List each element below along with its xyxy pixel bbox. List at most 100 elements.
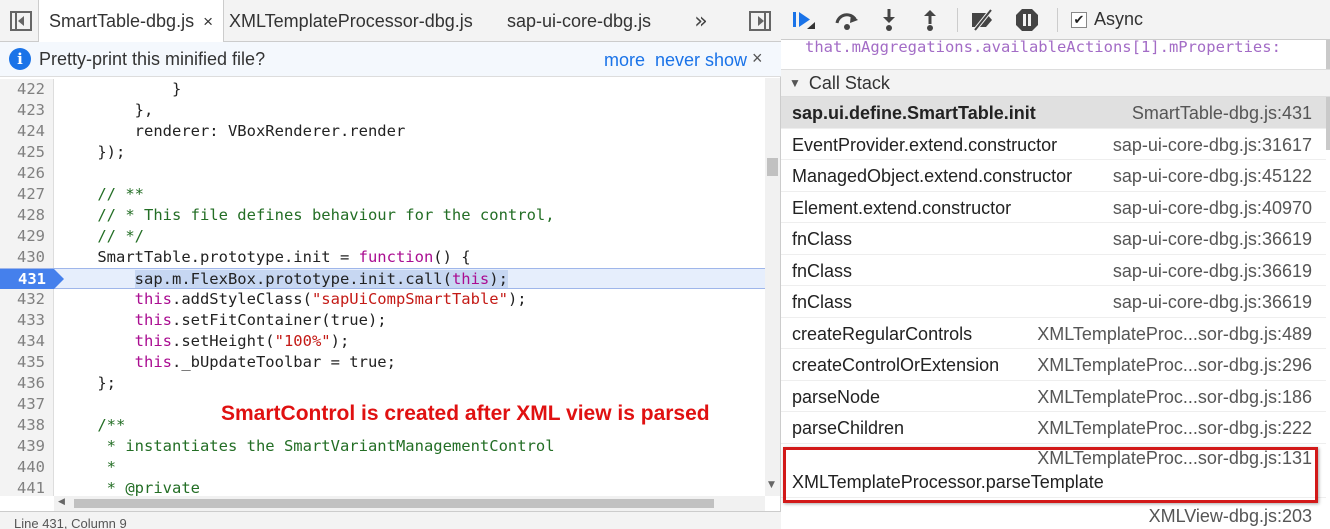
tab-label: SmartTable-dbg.js (49, 11, 195, 31)
call-frame-location: sap-ui-core-dbg.js:36619 (1112, 229, 1312, 249)
line-number[interactable]: 434 (0, 331, 54, 352)
code-text: this._bUpdateToolbar = true; (134, 353, 396, 371)
caret-down-icon: ▼ (789, 76, 801, 90)
tab-sap-ui-core-dbg[interactable]: sap-ui-core-dbg.js (497, 0, 661, 42)
code-line[interactable]: 432 this.addStyleClass("sapUiCompSmartTa… (0, 289, 765, 310)
line-number[interactable]: 423 (0, 100, 54, 121)
scrollbar-thumb[interactable] (767, 158, 778, 176)
call-frame-selected[interactable]: sap.ui.define.SmartTable.init SmartTable-… (781, 97, 1326, 129)
call-frame[interactable]: ManagedObject.extend.constructor sap-ui-c… (781, 160, 1326, 192)
code-text: SmartTable.prototype.init = function() { (60, 248, 471, 266)
line-number[interactable]: 440 (0, 457, 54, 478)
line-number[interactable]: 429 (0, 226, 54, 247)
code-line-current[interactable]: 431 sap.m.FlexBox.prototype.init.call(th… (0, 268, 765, 290)
deactivate-breakpoints-icon (972, 9, 993, 31)
scroll-down-icon[interactable]: ▼ (768, 480, 775, 490)
code-line[interactable]: 434 this.setHeight("100%"); (0, 331, 765, 352)
line-number[interactable]: 426 (0, 163, 54, 184)
code-line[interactable]: 435 this._bUpdateToolbar = true; (0, 352, 765, 373)
line-number[interactable]: 430 (0, 247, 54, 268)
step-out-button[interactable] (916, 7, 944, 33)
line-number[interactable]: 439 (0, 436, 54, 457)
line-number[interactable]: 433 (0, 310, 54, 331)
deactivate-breakpoints-button[interactable] (969, 7, 997, 33)
never-show-link[interactable]: never show (655, 50, 747, 71)
watch-expression: that.mAggregations.availableActions[1].m… (805, 38, 1281, 56)
line-number[interactable]: 436 (0, 373, 54, 394)
editor-horizontal-scrollbar[interactable]: ◀ (54, 496, 765, 511)
call-frame[interactable]: parseChildren XMLTemplateProc...sor-dbg.j… (781, 412, 1326, 444)
code-line[interactable]: 441 * @private (0, 478, 765, 496)
call-frame-function: sap.ui.define.SmartTable.init (792, 103, 1036, 123)
call-frame-function: ManagedObject.extend.constructor (792, 166, 1073, 186)
code-text: }, (60, 101, 154, 119)
call-frame-location: SmartTable-dbg.js:431 (1131, 103, 1312, 123)
call-frame[interactable]: XMLView-dbg.js:203 (781, 504, 1326, 528)
step-into-button[interactable] (875, 7, 903, 33)
async-checkbox[interactable]: ✔ (1071, 11, 1087, 28)
code-line[interactable]: 423 }, (0, 100, 765, 121)
line-number[interactable]: 432 (0, 289, 54, 310)
call-frame-location: sap-ui-core-dbg.js:36619 (1112, 292, 1312, 312)
call-frame-location: XMLTemplateProc...sor-dbg.js:186 (1037, 386, 1312, 407)
call-frame-function: fnClass (792, 260, 853, 281)
code-line[interactable]: 430 SmartTable.prototype.init = function… (0, 247, 765, 268)
code-text: /** (60, 416, 126, 434)
scroll-left-icon[interactable]: ◀ (58, 497, 65, 507)
line-number[interactable]: 422 (0, 79, 54, 100)
code-line[interactable]: 436 }; (0, 373, 765, 394)
code-line[interactable]: 433 this.setFitContainer(true); (0, 310, 765, 331)
code-line[interactable]: 426 (0, 163, 765, 184)
close-icon[interactable]: × (203, 12, 213, 32)
line-number[interactable]: 441 (0, 478, 54, 496)
call-frame-function: parseNode (792, 386, 881, 407)
editor-vertical-scrollbar[interactable]: ▼ (765, 78, 780, 496)
code-line[interactable]: 428 // * This file defines behaviour for… (0, 205, 765, 226)
code-line[interactable]: 424 renderer: VBoxRenderer.render (0, 121, 765, 142)
editor-status-bar: Line 431, Column 9 (0, 511, 781, 529)
code-text: * (60, 458, 116, 476)
code-line[interactable]: 422 } (0, 79, 765, 100)
code-line[interactable]: 425 }); (0, 142, 765, 163)
call-frame-function: parseChildren (792, 418, 905, 438)
tab-xmltemplateprocessor-dbg[interactable]: XMLTemplateProcessor-dbg.js (219, 0, 483, 42)
call-frame[interactable]: createRegularControls XMLTemplateProc...s… (781, 318, 1326, 349)
code-line[interactable]: 440 * (0, 457, 765, 478)
call-frame[interactable]: Element.extend.constructor sap-ui-core-db… (781, 192, 1326, 223)
call-frame[interactable]: XMLTemplateProcessor.parseTemplate XMLTem… (781, 444, 1326, 498)
call-stack-header[interactable]: ▼ Call Stack (781, 69, 1330, 97)
async-toggle[interactable]: ✔ Async (1071, 9, 1143, 30)
call-frame[interactable]: fnClass sap-ui-core-dbg.js:36619 (781, 286, 1326, 318)
line-number[interactable]: 424 (0, 121, 54, 142)
call-frame[interactable]: fnClass sap-ui-core-dbg.js:36619 (781, 255, 1326, 286)
line-number[interactable]: 438 (0, 415, 54, 436)
code-text: } (60, 80, 182, 98)
call-frame[interactable]: parseNode XMLTemplateProc...sor-dbg.js:18… (781, 381, 1326, 412)
close-icon[interactable]: × (752, 48, 763, 69)
code-text: // * This file defines behaviour for the… (60, 206, 555, 224)
code-line[interactable]: 429 // */ (0, 226, 765, 247)
panel-right-icon (749, 11, 771, 31)
step-over-button[interactable] (833, 7, 861, 33)
line-number[interactable]: 428 (0, 205, 54, 226)
line-number[interactable]: 437 (0, 394, 54, 415)
pause-on-exceptions-button[interactable] (1013, 7, 1041, 33)
resume-button[interactable] (789, 7, 817, 33)
code-line[interactable]: 427 // ** (0, 184, 765, 205)
line-number[interactable]: 431 (0, 269, 64, 290)
code-line[interactable]: 439 * instantiates the SmartVariantManag… (0, 436, 765, 457)
tab-smarttable-dbg[interactable]: SmartTable-dbg.js × (38, 0, 225, 43)
line-number[interactable]: 435 (0, 352, 54, 373)
code-editor[interactable]: 422 } 423 }, 424 renderer: VBoxRenderer.re… (0, 78, 765, 496)
info-icon: i (9, 48, 31, 70)
call-frame[interactable]: createControlOrExtension XMLTemplateProc.… (781, 349, 1326, 381)
call-frame[interactable]: fnClass sap-ui-core-dbg.js:36619 (781, 223, 1326, 255)
line-number[interactable]: 427 (0, 184, 54, 205)
more-link[interactable]: more (604, 50, 645, 71)
line-number[interactable]: 425 (0, 142, 54, 163)
scrollbar-thumb[interactable] (74, 499, 714, 508)
toggle-navigator-button[interactable] (2, 0, 40, 42)
more-tabs-icon[interactable]: » (686, 0, 716, 42)
call-frame[interactable]: EventProvider.extend.constructor sap-ui-c… (781, 129, 1326, 160)
toggle-debugger-button[interactable] (741, 0, 779, 42)
